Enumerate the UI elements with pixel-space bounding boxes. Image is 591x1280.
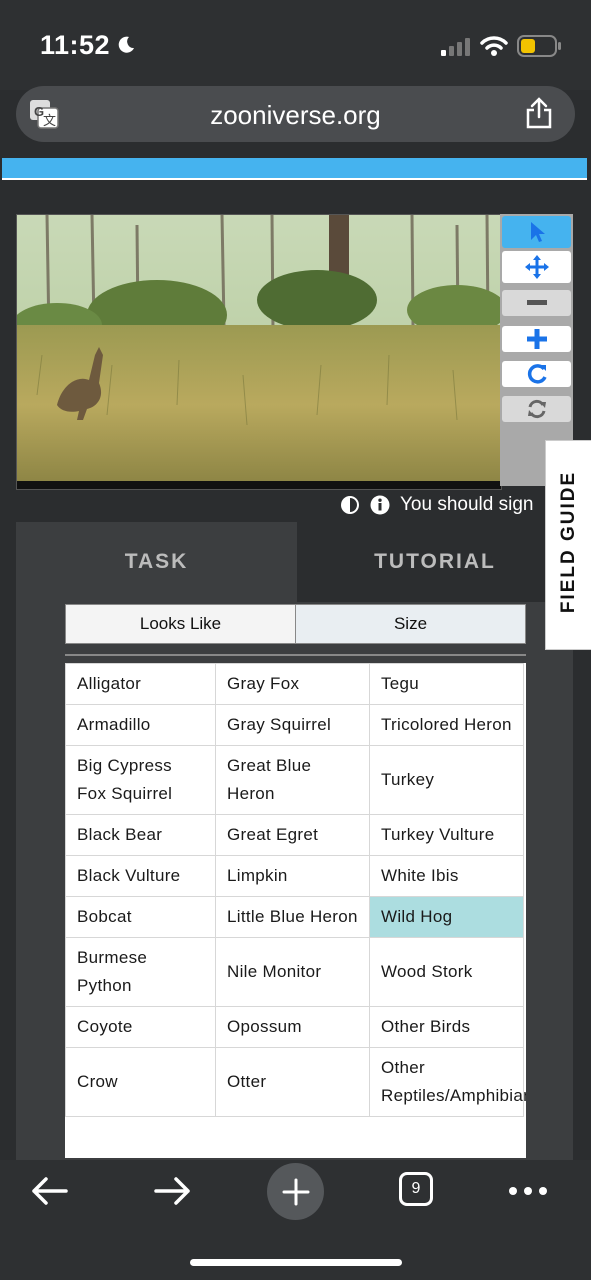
reset-icon bbox=[527, 399, 546, 419]
species-grid: Alligator Gray Fox Tegu Armadillo Gray Squir… bbox=[65, 663, 526, 1158]
field-guide-button[interactable]: FIELD GUIDE bbox=[545, 440, 591, 650]
species-option[interactable]: Turkey Vulture bbox=[369, 814, 524, 856]
moon-icon bbox=[118, 36, 134, 53]
species-option[interactable]: Tricolored Heron bbox=[369, 704, 524, 746]
species-option[interactable]: Nile Monitor bbox=[215, 937, 370, 1007]
species-option[interactable]: Coyote bbox=[65, 1006, 216, 1048]
share-icon[interactable] bbox=[525, 96, 553, 130]
species-option[interactable]: Gray Squirrel bbox=[215, 704, 370, 746]
species-option[interactable]: Wood Stork bbox=[369, 937, 524, 1007]
move-icon bbox=[524, 255, 549, 279]
status-bar: 11:52 bbox=[0, 0, 591, 90]
species-row: Bobcat Little Blue Heron Wild Hog bbox=[65, 896, 524, 938]
tab-tutorial[interactable]: TUTORIAL bbox=[297, 522, 573, 602]
battery-icon bbox=[517, 35, 561, 57]
species-row: Coyote Opossum Other Birds bbox=[65, 1006, 524, 1048]
species-option[interactable]: White Ibis bbox=[369, 855, 524, 897]
more-options-icon[interactable] bbox=[508, 1186, 548, 1196]
reset-button[interactable] bbox=[502, 396, 571, 422]
species-option[interactable]: Armadillo bbox=[65, 704, 216, 746]
tab-task[interactable]: TASK bbox=[16, 522, 297, 602]
tabs-button[interactable]: 9 bbox=[399, 1172, 433, 1206]
field-guide-label: FIELD GUIDE bbox=[558, 470, 579, 614]
contrast-icon[interactable] bbox=[340, 495, 360, 515]
species-table: Alligator Gray Fox Tegu Armadillo Gray Squir… bbox=[65, 663, 526, 1117]
status-time: 11:52 bbox=[40, 30, 111, 60]
species-option[interactable]: Little Blue Heron bbox=[215, 896, 370, 938]
species-option[interactable]: Tegu bbox=[369, 663, 524, 705]
plus-icon bbox=[526, 329, 547, 349]
filter-divider bbox=[65, 654, 526, 656]
wifi-icon bbox=[480, 36, 508, 56]
address-bar[interactable]: G 文 zooniverse.org bbox=[16, 86, 575, 142]
species-option[interactable]: Other Reptiles/Amphibians bbox=[369, 1047, 526, 1117]
species-option[interactable]: Black Bear bbox=[65, 814, 216, 856]
species-row: Alligator Gray Fox Tegu bbox=[65, 663, 524, 705]
sign-in-notice: You should sign bbox=[400, 494, 534, 515]
info-icon[interactable] bbox=[370, 495, 390, 515]
species-row: Crow Otter Other Reptiles/Amphibians bbox=[65, 1047, 526, 1117]
species-option[interactable]: Crow bbox=[65, 1047, 216, 1117]
species-option[interactable]: Big Cypress Fox Squirrel bbox=[65, 745, 216, 815]
species-option[interactable]: Great Blue Heron bbox=[215, 745, 370, 815]
species-option[interactable]: Opossum bbox=[215, 1006, 370, 1048]
site-header-bar bbox=[2, 158, 587, 180]
forward-arrow-icon[interactable] bbox=[152, 1176, 192, 1206]
new-tab-button[interactable] bbox=[267, 1163, 324, 1220]
species-row: Big Cypress Fox Squirrel Great Blue Heron… bbox=[65, 745, 524, 815]
trail-camera-photo bbox=[17, 215, 501, 489]
rotate-icon bbox=[527, 364, 547, 384]
species-option[interactable]: Alligator bbox=[65, 663, 216, 705]
species-row: Black Bear Great Egret Turkey Vulture bbox=[65, 814, 524, 856]
subject-image[interactable] bbox=[16, 214, 502, 490]
pan-tool-button[interactable] bbox=[502, 251, 571, 283]
species-option[interactable]: Black Vulture bbox=[65, 855, 216, 897]
species-row: Black Vulture Limpkin White Ibis bbox=[65, 855, 524, 897]
minus-icon bbox=[526, 300, 547, 305]
zoom-in-button[interactable] bbox=[502, 326, 571, 352]
plus-icon bbox=[282, 1178, 309, 1205]
signal-icon bbox=[441, 38, 470, 56]
species-row: Burmese Python Nile Monitor Wood Stork bbox=[65, 937, 524, 1007]
image-info-row: You should sign bbox=[340, 492, 533, 518]
species-option[interactable]: Other Birds bbox=[369, 1006, 524, 1048]
pointer-tool-button[interactable] bbox=[502, 216, 571, 248]
looks-like-filter-button[interactable]: Looks Like bbox=[65, 604, 296, 644]
url-text: zooniverse.org bbox=[210, 100, 381, 130]
species-option[interactable]: Limpkin bbox=[215, 855, 370, 897]
home-indicator bbox=[190, 1259, 402, 1266]
species-option[interactable]: Great Egret bbox=[215, 814, 370, 856]
pointer-icon bbox=[530, 222, 545, 242]
back-arrow-icon[interactable] bbox=[30, 1176, 70, 1206]
rotate-button[interactable] bbox=[502, 361, 571, 387]
species-option[interactable]: Wild Hog bbox=[369, 896, 524, 938]
species-option[interactable]: Gray Fox bbox=[215, 663, 370, 705]
zoom-out-button[interactable] bbox=[502, 290, 571, 316]
species-row: Armadillo Gray Squirrel Tricolored Heron bbox=[65, 704, 524, 746]
species-option[interactable]: Burmese Python bbox=[65, 937, 216, 1007]
species-option[interactable]: Turkey bbox=[369, 745, 524, 815]
species-option[interactable]: Otter bbox=[215, 1047, 370, 1117]
size-filter-button[interactable]: Size bbox=[295, 604, 526, 644]
species-option[interactable]: Bobcat bbox=[65, 896, 216, 938]
